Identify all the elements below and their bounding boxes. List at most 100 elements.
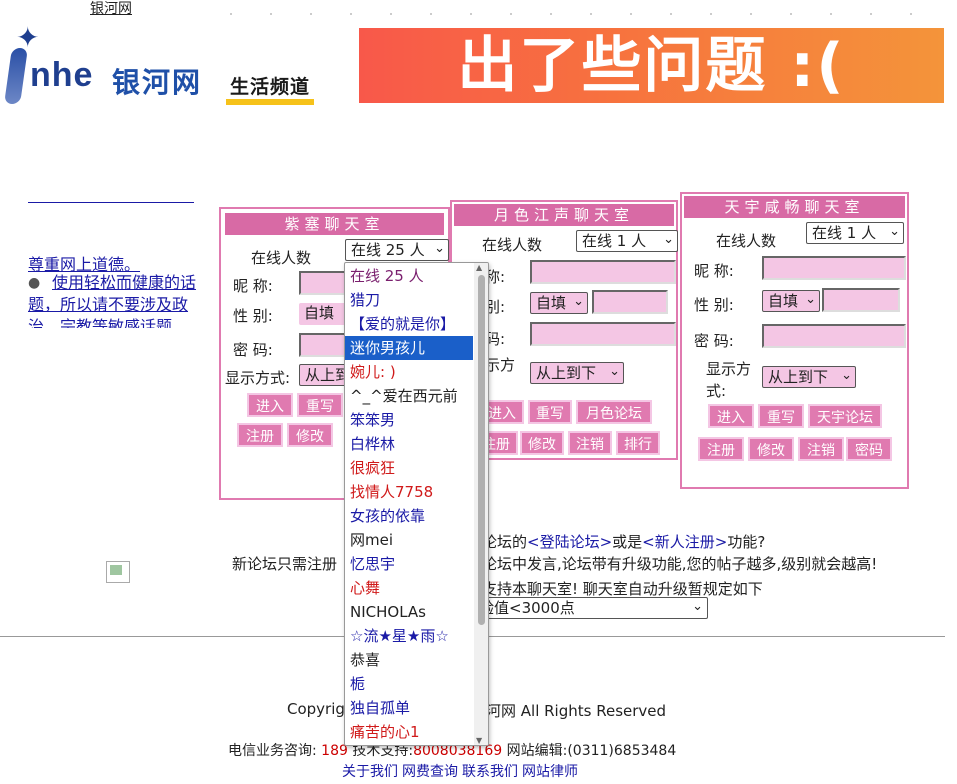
broken-image-icon [106,561,130,583]
password-label: 密 码: [233,341,273,359]
display-mode-select[interactable]: 从上到下 [299,364,349,386]
dropdown-option[interactable]: 很疯狂 [345,456,473,480]
password-input[interactable] [299,333,349,357]
online-users-select[interactable]: 在线 1 人 ⌄ [576,230,678,252]
new-user-register-link[interactable]: <新人注册> [642,533,727,551]
dropdown-option[interactable]: 女孩的依靠 [345,504,473,528]
dropdown-option[interactable]: 在线 25 人 [345,264,473,288]
forum-button[interactable]: 月色论坛 [576,400,652,424]
scroll-up-icon[interactable]: ▲ [476,263,482,272]
online-count-label: 在线人数 [716,232,777,250]
dropdown-option[interactable]: 心舞 [345,576,473,600]
ranking-button[interactable]: 排行 [616,431,660,455]
enter-button[interactable]: 进入 [247,393,293,417]
login-forum-link[interactable]: <登陆论坛> [527,533,612,551]
forum-info-line2-start: 新论坛只需注册 [232,555,338,573]
site-logo[interactable]: ✦ nhe 银河网 生活频道 [4,24,323,114]
modify-button[interactable]: 修改 [520,431,564,455]
editor-value: (0311)6853484 [567,743,677,759]
gender-custom-input[interactable] [592,290,668,314]
contact-us-link[interactable]: 联系我们 [462,764,518,780]
display-mode-select[interactable]: 从上到下 ⌄ [530,362,624,384]
dropdown-option[interactable]: 迷你男孩儿 [345,336,473,360]
about-us-link[interactable]: 关于我们 [342,764,398,780]
copyright-end: 河网 All Rights Reserved [486,702,667,720]
modify-button[interactable]: 修改 [748,437,794,461]
bullet-icon: ● [28,275,41,291]
reset-button[interactable]: 重写 [297,393,343,417]
notice-body[interactable]: 使用轻松而健康的话题，所以请不要涉及政治、宗教等敏感话题 [28,272,208,328]
dropdown-option[interactable]: 找情人7758 [345,480,473,504]
display-mode-label: 显示方式: [706,360,752,400]
password-label: 密 码: [694,332,734,350]
gender-select[interactable]: 自填 [299,303,349,325]
dropdown-option[interactable]: 白桦林 [345,432,473,456]
display-mode-value: 从上到下 [768,368,829,386]
dropdown-option[interactable]: 恭喜 [345,648,473,672]
logout-button[interactable]: 注销 [568,431,612,455]
copyright-start: Copyrig [287,700,345,718]
online-users-value: 在线 1 人 [582,232,647,250]
footer-links: 关于我们 网费查询 联系我们 网站律师 [342,761,582,781]
dropdown-option[interactable]: 栀 [345,672,473,696]
dropdown-option[interactable]: 【爱的就是你】 [345,312,473,336]
password-input[interactable] [530,322,676,346]
enter-button[interactable]: 进入 [708,404,754,428]
dropdown-option[interactable]: ☆流★星★雨☆ [345,624,473,648]
dropdown-option[interactable]: 猎刀 [345,288,473,312]
nickname-input[interactable] [299,271,349,295]
chevron-down-icon: ⌄ [841,368,852,383]
nickname-input[interactable] [762,256,906,280]
modify-button[interactable]: 修改 [287,423,333,447]
nickname-input[interactable] [530,260,676,284]
dropdown-option[interactable]: 忆思宇 [345,552,473,576]
dropdown-option[interactable]: ^_^爱在西元前 [345,384,473,408]
scrollbar-thumb[interactable] [478,275,485,625]
scrollbar[interactable]: ▲ ▼ [474,263,488,745]
chevron-down-icon: ⌄ [805,292,816,307]
logo-channel: 生活频道 [226,72,315,105]
reset-button[interactable]: 重写 [758,404,804,428]
dropdown-option[interactable]: 婉儿: ) [345,360,473,384]
logo-letter-i [4,48,28,104]
reset-button[interactable]: 重写 [528,400,572,424]
online-count-label: 在线人数 [251,249,312,267]
info-text: 功能? [727,533,766,551]
fee-query-link[interactable]: 网费查询 [402,764,458,780]
password-input[interactable] [762,324,906,348]
logo-brand-en: nhe [30,56,94,94]
gender-select[interactable]: 自填 ⌄ [530,292,588,314]
info-text: 或是 [612,533,643,551]
chevron-down-icon: ⌄ [434,241,445,256]
register-button[interactable]: 注册 [237,423,283,447]
notice-marquee: ● 使用轻松而健康的话题，所以请不要涉及政治、宗教等敏感话题 [28,272,208,328]
display-mode-value: 从上到下 [536,364,597,382]
scroll-down-icon[interactable]: ▼ [476,736,482,745]
home-link[interactable]: 银河网 [90,0,132,18]
dropdown-option[interactable]: 独自孤单 [345,696,473,720]
forum-info-line2-end: 论坛中发言,论坛带有升级功能,您的帖子越多,级别就会越高! [482,555,878,573]
gender-select[interactable]: 自填 ⌄ [762,290,820,312]
top-divider [230,13,930,15]
level-select[interactable]: 验值<3000点 ⌄ [472,597,708,619]
display-mode-label: 显示方式: [225,369,291,387]
dropdown-option[interactable]: 痛苦的心1 [345,720,473,744]
display-mode-select[interactable]: 从上到下 ⌄ [762,366,856,388]
dropdown-option[interactable]: NICHOLAs [345,600,473,624]
dropdown-option[interactable]: 网mei [345,528,473,552]
site-lawyer-link[interactable]: 网站律师 [522,764,578,780]
gender-custom-input[interactable] [822,288,900,312]
room-title: 月色江声聊天室 [454,204,674,226]
dropdown-option[interactable]: 笨笨男 [345,408,473,432]
logout-button[interactable]: 注销 [798,437,844,461]
forum-button[interactable]: 天宇论坛 [808,404,882,428]
online-users-value: 在线 1 人 [812,224,877,242]
error-banner: 出了些问题 :( [359,28,944,103]
display-mode-value: 从上到下 [305,366,349,384]
room-title: 天宇咸畅聊天室 [684,196,905,218]
password-button[interactable]: 密码 [846,437,892,461]
register-button[interactable]: 注册 [698,437,744,461]
online-users-dropdown-list[interactable]: ▲ ▼ 在线 25 人猎刀 【爱的就是你】 迷你男孩儿 婉儿: ) ^_^爱在西元前 笨笨… [344,262,489,746]
online-users-select[interactable]: 在线 25 人 ⌄ [345,239,449,261]
online-users-select[interactable]: 在线 1 人 ⌄ [806,222,904,244]
